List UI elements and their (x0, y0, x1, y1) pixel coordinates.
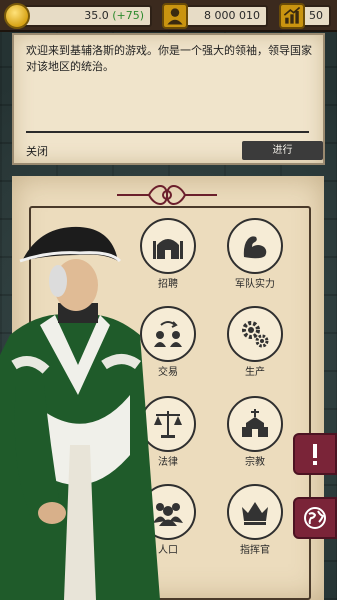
gears-icon (227, 306, 283, 362)
gold-stat[interactable]: 35.0 (+75) (16, 5, 152, 27)
level-value: 50 (309, 9, 323, 22)
close-button[interactable]: 关闭 (26, 143, 48, 159)
alert-tab[interactable] (293, 433, 337, 475)
coin-icon (4, 3, 30, 29)
dialog-message: 欢迎来到基辅洛斯的游戏。你是一个强大的领袖，领导国家对该地区的统治。 (26, 44, 312, 73)
person-icon (162, 3, 188, 29)
dialog-divider (26, 131, 309, 133)
soldier-illustration (0, 226, 160, 600)
church-icon (227, 396, 283, 452)
globe-icon (304, 507, 326, 529)
welcome-dialog: 欢迎来到基辅洛斯的游戏。你是一个强大的领袖，领导国家对该地区的统治。 关闭 进行 (12, 33, 325, 165)
top-stats-bar: 35.0 (+75) 8 000 010 50 (0, 0, 337, 32)
world-tab[interactable] (293, 497, 337, 539)
crown-icon (227, 484, 283, 540)
flexed-arm-icon (227, 218, 283, 274)
growth-chart-icon (279, 3, 305, 29)
population-value: 8 000 010 (204, 9, 260, 22)
exclamation-icon (313, 444, 317, 465)
gold-value: 35.0 (+75) (84, 9, 144, 22)
proceed-button[interactable]: 进行 (242, 141, 323, 160)
population-stat[interactable]: 8 000 010 (176, 5, 268, 27)
